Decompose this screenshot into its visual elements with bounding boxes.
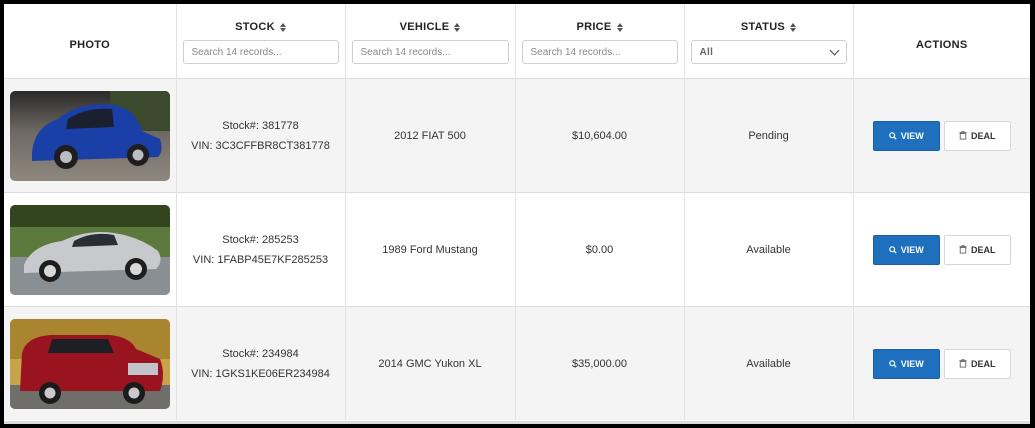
stock-number: Stock#: 381778	[222, 119, 299, 132]
header-photo-label: PHOTO	[69, 39, 110, 51]
header-price-label: PRICE	[576, 21, 612, 33]
header-status: STATUS All	[684, 4, 854, 79]
deal-button-label: DEAL	[971, 130, 996, 141]
header-stock: STOCK	[176, 4, 346, 79]
view-button-label: VIEW	[900, 130, 924, 141]
status-select-value: All	[699, 46, 714, 58]
price-cell: $10,604.00	[515, 78, 685, 193]
magnifier-icon	[888, 131, 897, 140]
vin-number: VIN: 1GKS1KE06ER234984	[191, 367, 330, 380]
stock-number: Stock#: 234984	[222, 347, 299, 360]
deal-button[interactable]: DEAL	[943, 348, 1011, 379]
header-actions: ACTIONS	[853, 4, 1030, 79]
stock-cell: Stock#: 234984 VIN: 1GKS1KE06ER234984	[176, 306, 346, 420]
vehicle-photo[interactable]	[9, 90, 170, 181]
vehicle-cell: 1989 Ford Mustang	[345, 192, 516, 307]
view-button-label: VIEW	[900, 358, 924, 369]
header-photo: PHOTO	[4, 4, 177, 79]
vehicle-search-input[interactable]	[351, 40, 509, 64]
photo-cell	[4, 192, 177, 307]
sort-stock[interactable]: STOCK	[183, 20, 339, 34]
vehicle-photo[interactable]	[9, 318, 170, 409]
table-row: Stock#: 381778 VIN: 3C3CFFBR8CT381778 20…	[4, 78, 1030, 193]
inventory-table: PHOTO STOCK VEHICLE PRICE	[4, 4, 1030, 420]
header-stock-label: STOCK	[235, 21, 275, 33]
sort-icon[interactable]	[790, 22, 797, 32]
actions-cell: VIEW DEAL	[853, 78, 1030, 193]
sort-icon[interactable]	[454, 22, 461, 32]
deal-button[interactable]: DEAL	[943, 120, 1011, 151]
sort-icon[interactable]	[279, 22, 286, 32]
vehicle-cell: 2012 FIAT 500	[345, 78, 516, 193]
magnifier-icon	[888, 359, 897, 368]
table-row: Stock#: 285253 VIN: 1FABP45E7KF285253 19…	[4, 192, 1030, 307]
inventory-table-frame: PHOTO STOCK VEHICLE PRICE	[4, 4, 1030, 424]
photo-cell	[4, 306, 177, 420]
vehicle-photo[interactable]	[9, 204, 170, 295]
view-button-label: VIEW	[900, 244, 924, 255]
price-cell: $0.00	[515, 192, 685, 307]
price-search-input[interactable]	[521, 40, 678, 64]
stock-search-input[interactable]	[182, 40, 339, 64]
sort-vehicle[interactable]: VEHICLE	[352, 20, 509, 34]
vin-number: VIN: 3C3CFFBR8CT381778	[191, 139, 330, 152]
price-cell: $35,000.00	[515, 306, 685, 420]
header-price: PRICE	[515, 4, 685, 79]
deal-button-label: DEAL	[971, 358, 996, 369]
view-button[interactable]: VIEW	[872, 348, 940, 379]
sort-icon[interactable]	[616, 22, 623, 32]
actions-cell: VIEW DEAL	[853, 306, 1030, 420]
header-vehicle-label: VEHICLE	[399, 21, 450, 33]
photo-cell	[4, 78, 177, 193]
actions-cell: VIEW DEAL	[853, 192, 1030, 307]
trash-icon	[959, 131, 967, 140]
trash-icon	[959, 359, 967, 368]
stock-number: Stock#: 285253	[222, 233, 299, 246]
vehicle-cell: 2014 GMC Yukon XL	[345, 306, 516, 420]
status-select[interactable]: All	[690, 40, 847, 64]
magnifier-icon	[888, 245, 897, 254]
table-header-row: PHOTO STOCK VEHICLE PRICE	[4, 4, 1030, 79]
vin-number: VIN: 1FABP45E7KF285253	[192, 253, 329, 266]
chevron-down-icon	[829, 45, 839, 56]
header-actions-label: ACTIONS	[915, 39, 968, 51]
deal-button[interactable]: DEAL	[943, 234, 1011, 265]
view-button[interactable]: VIEW	[872, 234, 940, 265]
stock-cell: Stock#: 381778 VIN: 3C3CFFBR8CT381778	[176, 78, 346, 193]
sort-status[interactable]: STATUS	[691, 20, 847, 34]
sort-price[interactable]: PRICE	[522, 20, 678, 34]
stock-cell: Stock#: 285253 VIN: 1FABP45E7KF285253	[176, 192, 346, 307]
table-row: Stock#: 234984 VIN: 1GKS1KE06ER234984 20…	[4, 306, 1030, 420]
deal-button-label: DEAL	[971, 244, 996, 255]
status-cell: Available	[684, 306, 854, 420]
view-button[interactable]: VIEW	[872, 120, 940, 151]
status-cell: Pending	[684, 78, 854, 193]
trash-icon	[959, 245, 967, 254]
status-cell: Available	[684, 192, 854, 307]
header-status-label: STATUS	[740, 21, 786, 33]
header-vehicle: VEHICLE	[345, 4, 516, 79]
table-bottom-edge	[4, 421, 1030, 424]
